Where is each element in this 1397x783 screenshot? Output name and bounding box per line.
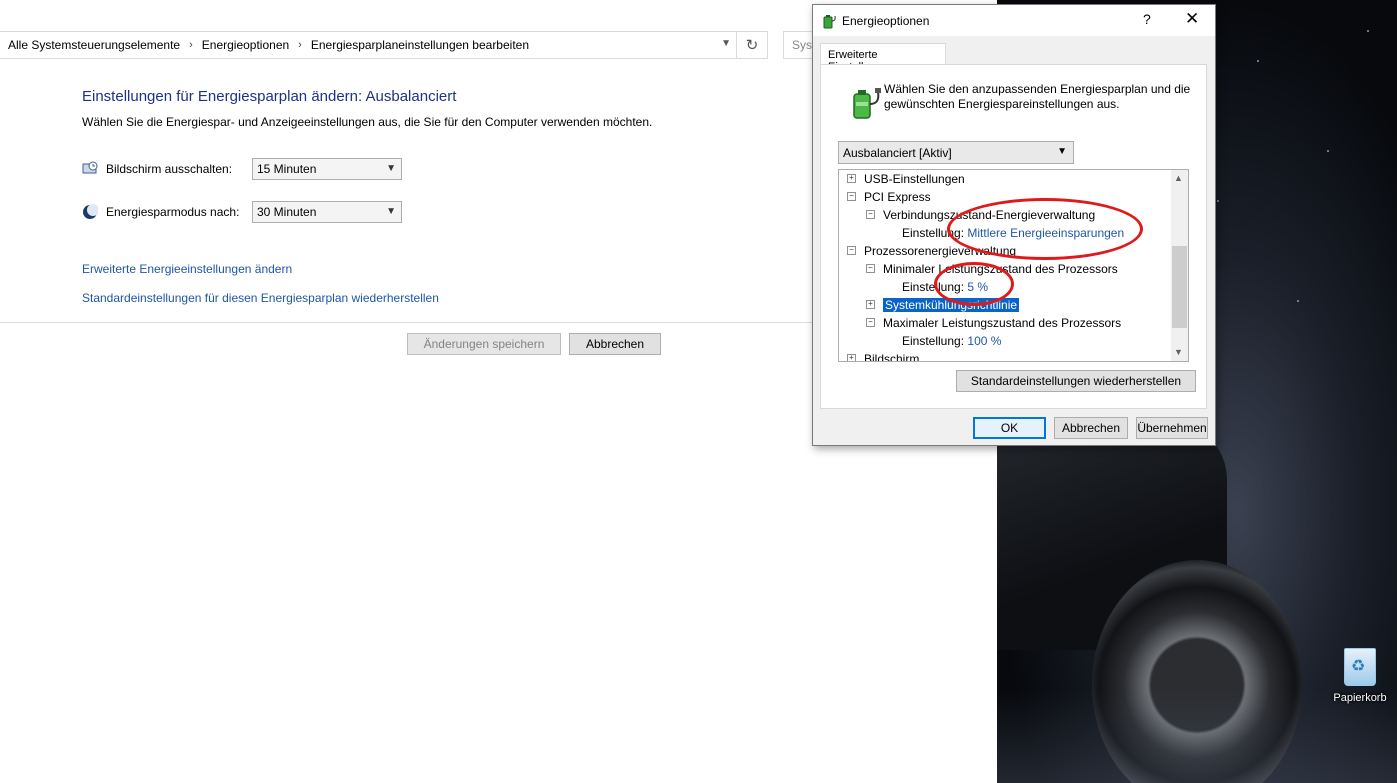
- battery-plug-icon: [853, 88, 881, 119]
- collapse-icon[interactable]: −: [866, 318, 875, 328]
- collapse-icon[interactable]: −: [847, 192, 856, 202]
- close-icon[interactable]: ✕: [1185, 9, 1199, 29]
- recycle-bin-label: Papierkorb: [1333, 692, 1387, 704]
- sleep-value: 30 Minuten: [257, 205, 317, 219]
- tree-item-min-state[interactable]: − Minimaler Leistungszustand des Prozesso…: [866, 260, 1118, 278]
- setting-value[interactable]: 100 %: [967, 334, 1001, 348]
- scroll-up-icon[interactable]: ▲: [1174, 173, 1183, 183]
- tree-item-label: USB-Einstellungen: [864, 172, 965, 186]
- power-plan-value: Ausbalanciert [Aktiv]: [843, 146, 952, 160]
- recycle-bin-shortcut[interactable]: Papierkorb: [1330, 648, 1390, 704]
- expand-icon[interactable]: +: [847, 354, 856, 361]
- tree-item-label-selected: Systemkühlungsrichtlinie: [883, 298, 1020, 312]
- tree-item-label: PCI Express: [864, 190, 931, 204]
- dialog-cancel-button[interactable]: Abbrechen: [1054, 417, 1128, 439]
- breadcrumb-item-power[interactable]: Energieoptionen: [202, 38, 289, 52]
- power-options-dialog: Energieoptionen ? ✕ Erweiterte Einstellu…: [812, 4, 1216, 446]
- moon-icon: [83, 204, 98, 219]
- tree-item-max-state-setting[interactable]: Einstellung: 100 %: [902, 332, 1001, 350]
- help-icon[interactable]: ?: [1143, 11, 1151, 27]
- address-bar[interactable]: Alle Systemsteuerungselemente › Energieo…: [0, 31, 768, 59]
- advanced-settings-panel: Wählen Sie den anzupassenden Energiespar…: [820, 64, 1207, 409]
- collapse-icon[interactable]: −: [866, 210, 875, 220]
- divider: [0, 322, 812, 323]
- setting-value[interactable]: 5 %: [967, 280, 988, 294]
- vertical-scrollbar[interactable]: ▲ ▼: [1171, 170, 1188, 361]
- tree-item-label: Minimaler Leistungszustand des Prozessor…: [883, 262, 1118, 276]
- chevron-right-icon: ›: [298, 39, 302, 51]
- scroll-down-icon[interactable]: ▼: [1174, 347, 1183, 357]
- tree-item-label: Prozessorenergieverwaltung: [864, 244, 1017, 258]
- display-off-value: 15 Minuten: [257, 162, 317, 176]
- chevron-down-icon: ▼: [386, 206, 396, 217]
- display-off-row: Bildschirm ausschalten: 15 Minuten ▼: [82, 158, 402, 180]
- tab-advanced-settings[interactable]: Erweiterte Einstellungen: [820, 43, 946, 73]
- setting-value[interactable]: Mittlere Energieeinsparungen: [967, 226, 1124, 240]
- expand-icon[interactable]: +: [866, 300, 875, 310]
- page-subtitle: Wählen Sie die Energiespar- und Anzeigee…: [82, 115, 653, 129]
- tree-item-max-state[interactable]: − Maximaler Leistungszustand des Prozesso…: [866, 314, 1121, 332]
- tree-item-label: Bildschirm: [864, 352, 920, 362]
- restore-defaults-link[interactable]: Standardeinstellungen für diesen Energie…: [82, 291, 439, 305]
- tree-item-link-state-setting[interactable]: Einstellung: Mittlere Energieeinsparunge…: [902, 224, 1124, 242]
- ok-button[interactable]: OK: [973, 417, 1046, 439]
- tree-item-cooling-policy[interactable]: + Systemkühlungsrichtlinie: [866, 296, 1020, 314]
- dialog-title: Energieoptionen: [842, 14, 930, 28]
- cancel-button[interactable]: Abbrechen: [569, 333, 661, 355]
- tree-item-label: Maximaler Leistungszustand des Prozessor…: [883, 316, 1122, 330]
- chevron-down-icon[interactable]: ▼: [721, 38, 731, 49]
- apply-button[interactable]: Übernehmen: [1136, 417, 1208, 439]
- tree-item-pci-express[interactable]: − PCI Express: [847, 188, 931, 206]
- refresh-icon[interactable]: ↻: [736, 31, 767, 59]
- setting-label: Einstellung:: [902, 226, 965, 240]
- sleep-label: Energiesparmodus nach:: [106, 205, 240, 219]
- recycle-bin-icon: [1344, 648, 1376, 686]
- save-button[interactable]: Änderungen speichern: [407, 333, 561, 355]
- breadcrumb: Alle Systemsteuerungselemente › Energieo…: [0, 38, 529, 52]
- sleep-select[interactable]: 30 Minuten ▼: [252, 201, 402, 223]
- breadcrumb-item-all[interactable]: Alle Systemsteuerungselemente: [8, 38, 180, 52]
- display-off-select[interactable]: 15 Minuten ▼: [252, 158, 402, 180]
- collapse-icon[interactable]: −: [866, 264, 875, 274]
- sleep-row: Energiesparmodus nach: 30 Minuten ▼: [82, 201, 402, 223]
- collapse-icon[interactable]: −: [847, 246, 856, 256]
- setting-label: Einstellung:: [902, 280, 965, 294]
- chevron-down-icon: ▼: [386, 163, 396, 174]
- tree-item-label: Verbindungszustand-Energieverwaltung: [883, 208, 1096, 222]
- monitor-clock-icon: [82, 161, 98, 174]
- tree-item-min-state-setting[interactable]: Einstellung: 5 %: [902, 278, 988, 296]
- dialog-titlebar[interactable]: Energieoptionen ? ✕: [813, 5, 1215, 36]
- advanced-settings-link[interactable]: Erweiterte Energieeinstellungen ändern: [82, 262, 292, 276]
- tree-item-link-state[interactable]: − Verbindungszustand-Energieverwaltung: [866, 206, 1095, 224]
- power-plan-select[interactable]: Ausbalanciert [Aktiv] ▼: [838, 141, 1074, 164]
- page-title: Einstellungen für Energiesparplan ändern…: [82, 88, 457, 105]
- tree-item-display[interactable]: + Bildschirm: [847, 350, 920, 362]
- chevron-down-icon: ▼: [1057, 146, 1067, 157]
- expand-icon[interactable]: +: [847, 174, 856, 184]
- dialog-description: Wählen Sie den anzupassenden Energiespar…: [884, 82, 1191, 111]
- restore-defaults-button[interactable]: Standardeinstellungen wiederherstellen: [956, 370, 1196, 392]
- battery-plug-icon: [823, 15, 836, 29]
- setting-label: Einstellung:: [902, 334, 965, 348]
- breadcrumb-item-edit-plan[interactable]: Energiesparplaneinstellungen bearbeiten: [311, 38, 529, 52]
- settings-tree[interactable]: + USB-Einstellungen − PCI Express − Verbind…: [838, 169, 1189, 362]
- tree-item-cpu-power[interactable]: − Prozessorenergieverwaltung: [847, 242, 1016, 260]
- tree-item-usb[interactable]: + USB-Einstellungen: [847, 170, 965, 188]
- chevron-right-icon: ›: [189, 39, 193, 51]
- display-off-label: Bildschirm ausschalten:: [106, 162, 233, 176]
- scrollbar-thumb[interactable]: [1172, 246, 1187, 328]
